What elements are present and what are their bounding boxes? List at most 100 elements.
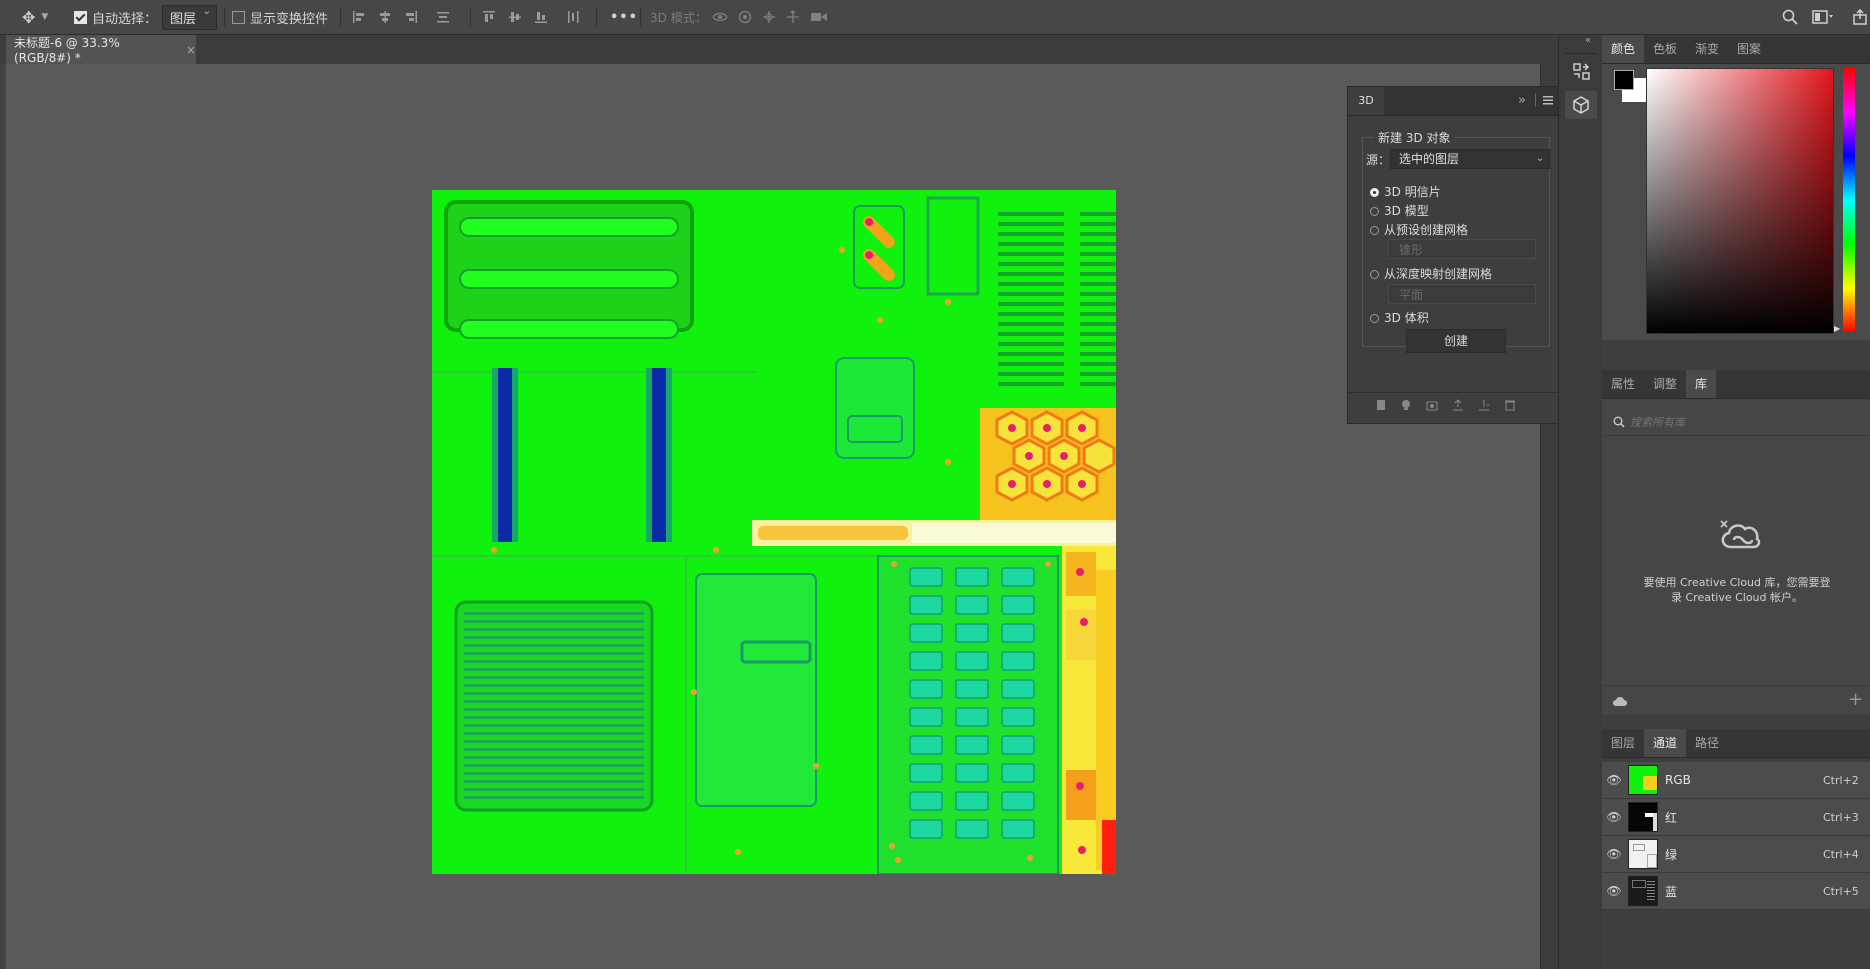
panel-3d-toggle[interactable]: [1565, 91, 1597, 119]
preset-mesh-dropdown: 锥形: [1388, 239, 1536, 259]
radio-icon[interactable]: [1370, 207, 1379, 216]
channel-shortcut: Ctrl+2: [1823, 773, 1859, 787]
align-hcenter-icon[interactable]: [378, 10, 392, 24]
slide-3d-icon[interactable]: [786, 10, 800, 24]
align-bottom-icon[interactable]: [534, 10, 548, 24]
channel-thumbnail: [1628, 839, 1658, 869]
hue-marker-icon[interactable]: ▶: [1834, 324, 1840, 333]
show-transform-check-icon[interactable]: [232, 10, 245, 24]
collapse-dock-icon[interactable]: «: [1585, 35, 1591, 46]
align-left-icon[interactable]: [352, 10, 366, 24]
option-depth-map[interactable]: 从深度映射创建网格: [1370, 265, 1492, 282]
share-icon: [1853, 9, 1867, 25]
hue-slider[interactable]: [1843, 68, 1855, 332]
tab-paths[interactable]: 路径: [1686, 729, 1728, 757]
tab-swatches[interactable]: 色板: [1644, 35, 1686, 63]
trash-icon[interactable]: [1504, 399, 1516, 411]
option-label: 从深度映射创建网格: [1384, 267, 1493, 281]
tab-properties[interactable]: 属性: [1602, 370, 1644, 398]
add-light-icon[interactable]: [1478, 399, 1490, 411]
radio-icon[interactable]: [1370, 270, 1379, 279]
tab-adjustments[interactable]: 调整: [1644, 370, 1686, 398]
scale-3d-icon[interactable]: [810, 10, 828, 24]
move-tool-button[interactable]: ✥ ▼: [22, 0, 48, 34]
create-button[interactable]: 创建: [1406, 329, 1506, 353]
auto-select-target-value: 图层: [170, 11, 197, 27]
tab-patterns[interactable]: 图案: [1728, 35, 1770, 63]
divider: [1565, 53, 1597, 54]
channel-shortcut: Ctrl+4: [1823, 847, 1859, 861]
align-vertical-group: [482, 0, 580, 34]
search-button[interactable]: [1782, 0, 1798, 34]
align-right-icon[interactable]: [404, 10, 418, 24]
channel-row-rgb[interactable]: 👁 RGB Ctrl+2: [1602, 762, 1870, 799]
eye-icon[interactable]: 👁: [1602, 810, 1626, 824]
option-postcard[interactable]: 3D 明信片: [1370, 183, 1441, 200]
show-transform-label: 显示变换控件: [250, 11, 329, 27]
channel-row-green[interactable]: 👁 绿 Ctrl+4: [1602, 836, 1870, 873]
tab-gradients[interactable]: 渐变: [1686, 35, 1728, 63]
auto-select-target-dropdown[interactable]: 图层 ⌄: [162, 4, 218, 30]
show-transform-checkbox[interactable]: 显示变换控件: [232, 0, 328, 34]
divider: [340, 8, 341, 26]
eye-icon[interactable]: 👁: [1602, 773, 1626, 787]
add-library-icon[interactable]: +: [1848, 689, 1863, 710]
eye-icon[interactable]: 👁: [1602, 847, 1626, 861]
library-search[interactable]: [1602, 409, 1870, 436]
option-model[interactable]: 3D 模型: [1370, 202, 1429, 219]
document-tab-bar: [0, 35, 1558, 65]
foreground-color-swatch[interactable]: [1614, 70, 1634, 90]
panel-3d-tab[interactable]: 3D: [1348, 87, 1384, 115]
radio-icon[interactable]: [1370, 188, 1379, 197]
orbit-3d-icon[interactable]: [712, 10, 728, 24]
move-icon: ✥: [22, 7, 36, 27]
document-image[interactable]: [432, 190, 1116, 874]
tab-layers[interactable]: 图层: [1602, 729, 1644, 757]
export-icon[interactable]: [1452, 398, 1464, 411]
filter-scene-icon[interactable]: [1376, 399, 1386, 411]
workspace-button[interactable]: [1812, 0, 1834, 34]
option-volume[interactable]: 3D 体积: [1370, 309, 1429, 326]
chevron-down-icon: ⌄: [1535, 153, 1544, 164]
distribute-horizontal-icon[interactable]: [566, 10, 580, 24]
panel-menu-icon[interactable]: [1542, 94, 1554, 110]
option-label: 从预设创建网格: [1384, 223, 1469, 237]
radio-icon[interactable]: [1370, 226, 1379, 235]
tab-color[interactable]: 颜色: [1602, 35, 1645, 63]
mode-3d-tools: [712, 0, 828, 34]
roll-3d-icon[interactable]: [738, 10, 752, 24]
collapse-panel-icon[interactable]: »: [1518, 93, 1526, 108]
library-signin-message: 要使用 Creative Cloud 库，您需要登录 Creative Clou…: [1643, 576, 1831, 604]
tab-libraries[interactable]: 库: [1686, 370, 1717, 398]
tab-channels[interactable]: 通道: [1644, 729, 1687, 757]
pan-3d-icon[interactable]: [762, 10, 776, 24]
channel-name: 绿: [1665, 847, 1678, 862]
library-search-input[interactable]: [1628, 411, 1852, 433]
document-tab[interactable]: 未标题-6 @ 33.3%(RGB/8#) * ×: [6, 35, 196, 65]
color-panel: ▶: [1602, 64, 1870, 340]
option-preset-mesh[interactable]: 从预设创建网格: [1370, 221, 1468, 238]
auto-select-check-icon[interactable]: [74, 10, 87, 24]
chevron-down-icon: ▼: [41, 12, 49, 22]
document-title: 未标题-6 @ 33.3%(RGB/8#) *: [14, 36, 120, 65]
cube-icon: [1573, 96, 1589, 114]
camera-icon[interactable]: [1426, 399, 1438, 411]
channel-row-red[interactable]: 👁 红 Ctrl+3: [1602, 799, 1870, 836]
cloud-sync-icon[interactable]: [1612, 694, 1630, 708]
light-bulb-icon[interactable]: [1400, 399, 1412, 411]
group-title: 新建 3D 对象: [1374, 129, 1455, 146]
radio-icon[interactable]: [1370, 314, 1379, 323]
align-vcenter-icon[interactable]: [508, 10, 522, 24]
eye-icon[interactable]: 👁: [1602, 884, 1626, 898]
more-options-button[interactable]: •••: [610, 0, 638, 34]
source-dropdown[interactable]: 选中的图层 ⌄: [1390, 149, 1550, 169]
history-panel-icon[interactable]: [1571, 61, 1591, 85]
align-top-icon[interactable]: [482, 10, 496, 24]
saturation-brightness-field[interactable]: [1646, 68, 1834, 334]
library-footer: +: [1602, 685, 1870, 716]
distribute-vertical-icon[interactable]: [436, 10, 450, 24]
channel-row-blue[interactable]: 👁 蓝 Ctrl+5: [1602, 873, 1870, 910]
auto-select-checkbox[interactable]: 自动选择：: [74, 0, 157, 34]
close-icon[interactable]: ×: [186, 43, 196, 57]
share-button[interactable]: [1852, 0, 1868, 34]
